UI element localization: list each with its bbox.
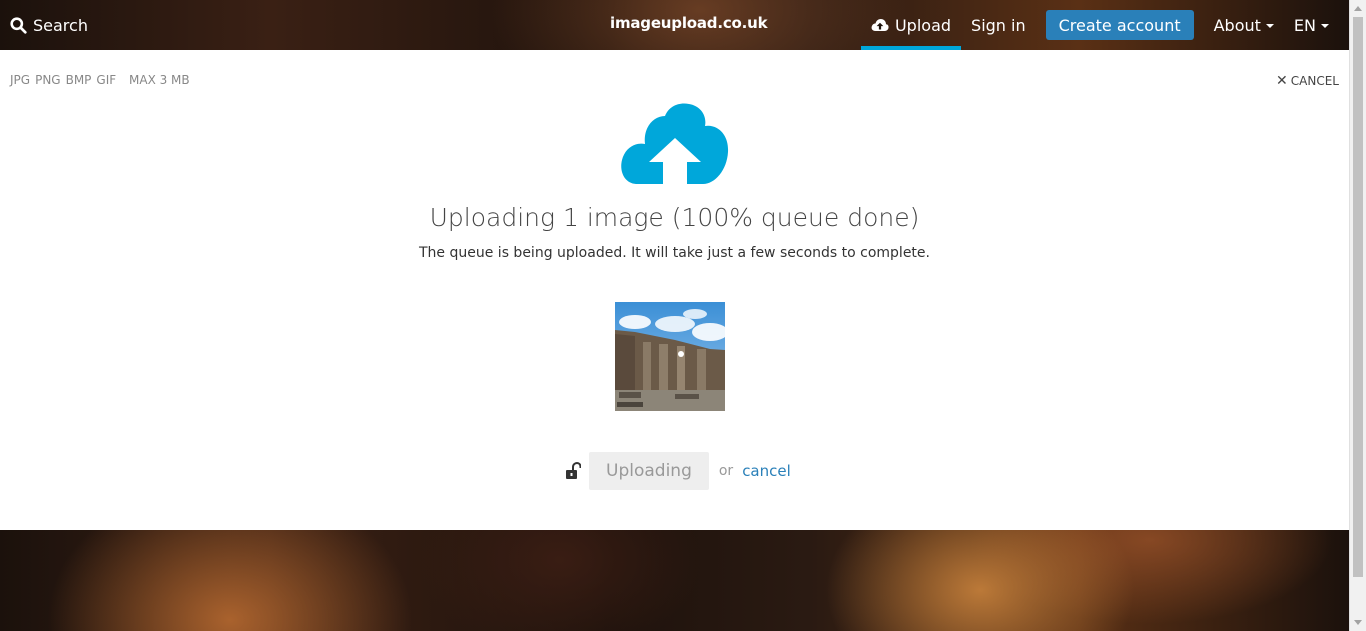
upload-panel: JPG PNG BMP GIF MAX 3 MB ✕ CANCEL Uploading… — [0, 50, 1349, 530]
cancel-top-label: CANCEL — [1290, 74, 1339, 88]
format-item: JPG — [10, 73, 31, 87]
allowed-formats: JPG PNG BMP GIF MAX 3 MB — [10, 73, 195, 87]
language-dropdown[interactable]: EN — [1284, 0, 1339, 50]
nav-about-dropdown[interactable]: About — [1204, 0, 1284, 50]
create-account-label: Create account — [1058, 15, 1181, 35]
site-logo[interactable]: imageupload.co.uk — [610, 14, 768, 32]
cancel-link[interactable]: cancel — [742, 462, 791, 480]
format-item: BMP — [65, 73, 92, 87]
nav-sign-in-label: Sign in — [971, 15, 1026, 35]
search-button[interactable]: Search — [10, 0, 88, 50]
uploading-button[interactable]: Uploading — [589, 452, 709, 490]
cloud-upload-icon — [871, 19, 889, 31]
search-label: Search — [33, 15, 88, 35]
language-label: EN — [1293, 15, 1316, 35]
nav-sign-in[interactable]: Sign in — [961, 0, 1036, 50]
cancel-upload-top[interactable]: ✕ CANCEL — [1276, 73, 1339, 89]
nav-upload-label: Upload — [894, 15, 952, 35]
format-item: PNG — [35, 73, 61, 87]
nav-about-label: About — [1213, 15, 1261, 35]
max-size: MAX 3 MB — [129, 73, 190, 87]
unlock-icon[interactable] — [565, 462, 581, 480]
upload-actions: Uploading or cancel — [565, 452, 791, 490]
scroll-down-arrow-icon[interactable] — [1354, 620, 1362, 625]
cloud-upload-icon — [621, 103, 729, 186]
close-icon: ✕ — [1276, 73, 1288, 89]
upload-status-title: Uploading 1 image (100% queue done) — [429, 203, 920, 232]
scrollbar-thumb[interactable] — [1353, 17, 1363, 577]
format-item: GIF — [96, 73, 117, 87]
main-nav: Upload Sign in Create account About EN — [860, 0, 1339, 50]
scroll-up-arrow-icon[interactable] — [1354, 6, 1362, 11]
vertical-scrollbar[interactable] — [1349, 0, 1366, 631]
or-text: or — [718, 463, 734, 479]
image-thumbnail[interactable] — [615, 302, 725, 411]
create-account-button[interactable]: Create account — [1045, 10, 1194, 40]
caret-down-icon — [1321, 24, 1329, 28]
nav-upload[interactable]: Upload — [860, 0, 962, 50]
caret-down-icon — [1265, 24, 1274, 28]
top-navigation-bar: Search imageupload.co.uk Upload Sign in … — [0, 0, 1349, 50]
search-icon — [10, 16, 27, 34]
upload-status-subtitle: The queue is being uploaded. It will tak… — [419, 245, 930, 261]
